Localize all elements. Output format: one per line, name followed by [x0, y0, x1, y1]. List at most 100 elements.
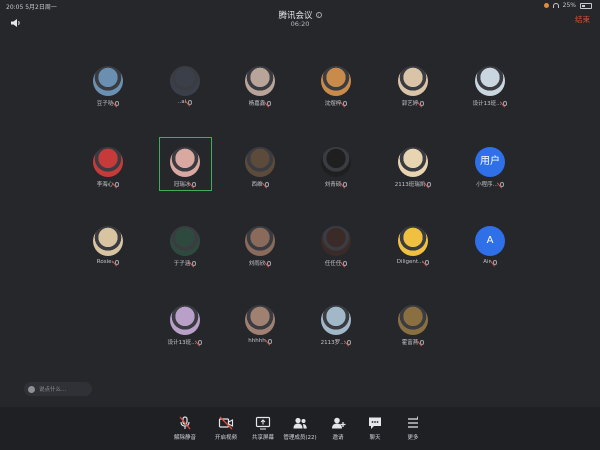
- avatar: [245, 66, 275, 96]
- participant-tile[interactable]: 刘青硕: [306, 147, 366, 188]
- status-indicators: 25%: [543, 2, 592, 9]
- participant-name: 李海心: [96, 182, 114, 188]
- avatar: [321, 66, 351, 96]
- meeting-timer: 06:20: [290, 20, 310, 28]
- participant-name-row: Air: [460, 259, 520, 265]
- participant-name-row: 郭艺婷: [383, 99, 443, 107]
- participant-name: 刘青硕: [324, 182, 342, 188]
- participant-name: 杨嘉鑫: [248, 101, 266, 107]
- participant-tile[interactable]: 任任任: [306, 226, 366, 267]
- participant-tile[interactable]: hhhhh: [230, 305, 290, 344]
- participant-name-row: 李海心: [78, 180, 138, 188]
- avatar: [93, 147, 123, 177]
- participant-name: Diligent...: [396, 259, 424, 265]
- participant-name: 2113班瑞凯: [394, 182, 426, 188]
- participant-name: 任任任: [324, 261, 342, 267]
- mic-muted-icon: [503, 100, 508, 106]
- participant-tile[interactable]: 刘雨欣: [230, 226, 290, 267]
- participant-tile[interactable]: 沈煜梓: [306, 66, 366, 107]
- participant-tile[interactable]: 2113班瑞凯: [383, 147, 443, 188]
- avatar: [321, 226, 351, 256]
- comment-input[interactable]: 说点什么...: [24, 382, 92, 396]
- participant-name-row: Rosie.: [78, 259, 138, 265]
- participant-name: 刘雨欣: [248, 261, 266, 267]
- participant-name-row: 2113班瑞凯: [383, 180, 443, 188]
- participant-tile[interactable]: 李海心: [78, 147, 138, 188]
- mic-muted-icon: [115, 100, 120, 106]
- mic-muted-icon: [347, 339, 352, 345]
- mic-muted-icon: [420, 339, 425, 345]
- participant-name-row: hhhhh: [230, 338, 290, 344]
- participant-name-row: 冠瑞冰: [155, 180, 215, 188]
- participant-name-row: 刘青硕: [306, 180, 366, 188]
- participant-name-row: 小程序...: [460, 180, 520, 188]
- mic-muted-icon: [115, 259, 120, 265]
- battery-percent: 25%: [562, 2, 576, 9]
- participant-name: 霍富燕: [401, 340, 419, 346]
- participant-name-row: ..ai: [155, 99, 215, 105]
- comment-placeholder: 说点什么...: [39, 387, 67, 393]
- avatar: [93, 66, 123, 96]
- avatar: [398, 226, 428, 256]
- avatar: [245, 226, 275, 256]
- participant-tile[interactable]: 设计13班...: [155, 305, 215, 346]
- mic-muted-icon: [267, 100, 272, 106]
- mic-muted-icon: [264, 181, 269, 187]
- avatar: [245, 147, 275, 177]
- avatar: A: [475, 226, 505, 256]
- mic-muted-icon: [267, 338, 272, 344]
- participant-tile[interactable]: 于子涵: [155, 226, 215, 267]
- mic-muted-icon: [420, 100, 425, 106]
- participant-name-row: 沈煜梓: [306, 99, 366, 107]
- participant-name: 于子涵: [173, 261, 191, 267]
- participant-tile[interactable]: 2113罗...: [306, 305, 366, 346]
- participant-name-row: 豆子哒: [78, 99, 138, 107]
- avatar: [170, 305, 200, 335]
- mic-muted-icon: [192, 260, 197, 266]
- participant-name: 设计13班...: [167, 340, 197, 346]
- chat-icon: [367, 415, 383, 429]
- avatar: [170, 66, 200, 96]
- participant-tile[interactable]: 豆子哒: [78, 66, 138, 107]
- avatar: [170, 147, 200, 177]
- participant-tile[interactable]: 杨嘉鑫: [230, 66, 290, 107]
- mic-muted-icon: [427, 181, 432, 187]
- mic-muted-icon: [267, 260, 272, 266]
- avatar: 用户: [475, 147, 505, 177]
- participant-tile[interactable]: A Air: [460, 226, 520, 265]
- participant-name: 沈煜梓: [324, 101, 342, 107]
- participant-name: 设计13班...: [472, 101, 502, 107]
- participant-name: hhhhh: [248, 338, 266, 344]
- participant-tile[interactable]: 郭艺婷: [383, 66, 443, 107]
- avatar: [321, 147, 351, 177]
- mic-off-icon: [177, 415, 193, 430]
- more-icon: [405, 415, 421, 429]
- wifi-icon: [552, 3, 559, 8]
- more-button[interactable]: 更多: [391, 415, 435, 441]
- location-icon: [543, 3, 549, 8]
- participant-tile[interactable]: 用户小程序...: [460, 147, 520, 188]
- participant-tile[interactable]: ..ai: [155, 66, 215, 105]
- mic-muted-icon: [343, 100, 348, 106]
- participant-tile[interactable]: 西维: [230, 147, 290, 188]
- more-label: 更多: [407, 435, 419, 441]
- unmute-button[interactable]: 解除静音: [163, 415, 207, 441]
- participant-name: 冠瑞冰: [173, 182, 191, 188]
- mic-muted-icon: [425, 259, 430, 265]
- mic-muted-icon: [343, 260, 348, 266]
- participant-name: 郭艺婷: [401, 101, 419, 107]
- participant-tile[interactable]: 冠瑞冰: [155, 147, 215, 188]
- participant-tile[interactable]: Rosie.: [78, 226, 138, 265]
- info-icon[interactable]: i: [315, 12, 322, 18]
- end-meeting-button[interactable]: 结束: [575, 14, 590, 25]
- avatar: [170, 226, 200, 256]
- participant-tile[interactable]: Diligent...: [383, 226, 443, 265]
- participant-name-row: 刘雨欣: [230, 259, 290, 267]
- participant-tile[interactable]: 霍富燕: [383, 305, 443, 346]
- avatar: [321, 305, 351, 335]
- mic-muted-icon: [343, 181, 348, 187]
- participant-tile[interactable]: 设计13班...: [460, 66, 520, 107]
- participant-name: 小程序...: [476, 182, 498, 188]
- participant-name-row: 西维: [230, 180, 290, 188]
- avatar: [245, 305, 275, 335]
